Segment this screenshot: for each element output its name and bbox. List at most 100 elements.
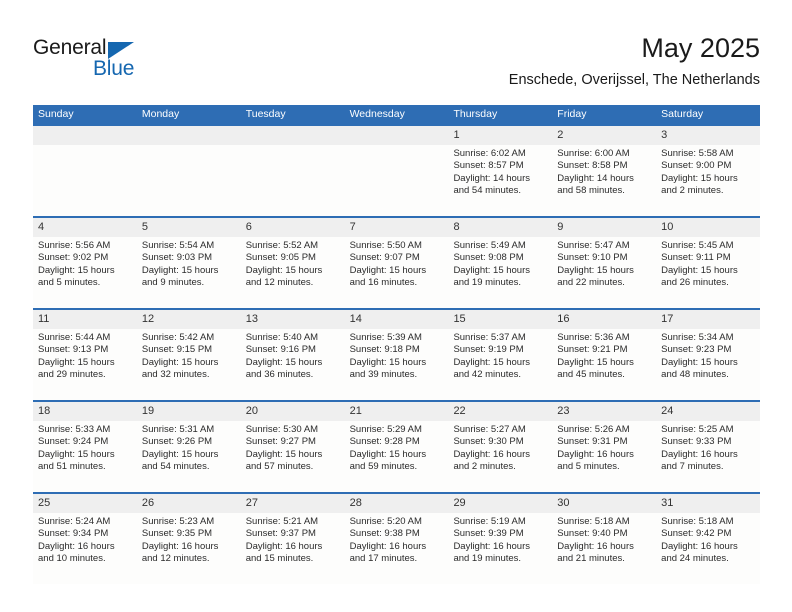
- daylight-text: Daylight: 15 hours and 22 minutes.: [557, 264, 634, 289]
- daylight-text: Daylight: 16 hours and 12 minutes.: [141, 540, 219, 565]
- day-cell[interactable]: Sunrise: 5:56 AM Sunset: 9:02 PM Dayligh…: [33, 237, 137, 308]
- sunrise-text: Sunrise: 5:29 AM: [349, 424, 422, 435]
- generalblue-logo[interactable]: General Blue: [33, 36, 163, 84]
- day-number: [241, 126, 345, 145]
- page-title: May 2025: [641, 33, 760, 63]
- calendar-week-row: 4 5 6 7 8 9 10 Sunrise: 5:56 AM Sunset: …: [33, 216, 760, 308]
- week-number-band: 1 2 3: [33, 126, 760, 145]
- logo-text-blue: Blue: [93, 57, 135, 80]
- day-cell[interactable]: Sunrise: 5:25 AM Sunset: 9:33 PM Dayligh…: [656, 421, 760, 492]
- week-number-band: 25 26 27 28 29 30 31: [33, 494, 760, 513]
- day-cell[interactable]: Sunrise: 6:00 AM Sunset: 8:58 PM Dayligh…: [552, 145, 656, 216]
- day-cell[interactable]: Sunrise: 5:29 AM Sunset: 9:28 PM Dayligh…: [345, 421, 449, 492]
- sunset-text: Sunset: 9:07 PM: [349, 252, 420, 264]
- sunset-text: Sunset: 9:08 PM: [453, 252, 524, 264]
- sunrise-text: Sunrise: 5:39 AM: [349, 332, 422, 343]
- day-cell[interactable]: Sunrise: 5:18 AM Sunset: 9:42 PM Dayligh…: [656, 513, 760, 584]
- day-cell[interactable]: Sunrise: 5:40 AM Sunset: 9:16 PM Dayligh…: [241, 329, 345, 400]
- sunrise-text: Sunrise: 5:56 AM: [38, 240, 111, 251]
- daylight-text: Daylight: 14 hours and 54 minutes.: [453, 172, 531, 197]
- sunset-text: Sunset: 9:33 PM: [661, 436, 732, 448]
- week-body: Sunrise: 5:24 AM Sunset: 9:34 PM Dayligh…: [33, 513, 760, 584]
- day-cell[interactable]: Sunrise: 5:45 AM Sunset: 9:11 PM Dayligh…: [656, 237, 760, 308]
- day-cell[interactable]: Sunrise: 5:39 AM Sunset: 9:18 PM Dayligh…: [345, 329, 449, 400]
- day-number: [345, 126, 449, 145]
- sunrise-text: Sunrise: 5:26 AM: [557, 424, 630, 435]
- day-cell[interactable]: Sunrise: 5:52 AM Sunset: 9:05 PM Dayligh…: [241, 237, 345, 308]
- day-cell[interactable]: Sunrise: 5:54 AM Sunset: 9:03 PM Dayligh…: [137, 237, 241, 308]
- sunrise-text: Sunrise: 5:50 AM: [349, 240, 422, 251]
- sunset-text: Sunset: 9:18 PM: [349, 344, 420, 356]
- day-cell[interactable]: [345, 145, 449, 216]
- sunset-text: Sunset: 9:39 PM: [453, 528, 524, 540]
- day-cell[interactable]: Sunrise: 5:31 AM Sunset: 9:26 PM Dayligh…: [137, 421, 241, 492]
- day-cell[interactable]: Sunrise: 5:33 AM Sunset: 9:24 PM Dayligh…: [33, 421, 137, 492]
- sunrise-text: Sunrise: 5:52 AM: [245, 240, 319, 251]
- sunrise-text: Sunrise: 5:25 AM: [661, 424, 734, 435]
- day-number: 6: [245, 221, 252, 233]
- weekday-header-saturday: Saturday: [661, 108, 704, 120]
- sunset-text: Sunset: 9:35 PM: [141, 528, 213, 540]
- sunset-text: Sunset: 9:21 PM: [557, 344, 628, 356]
- daylight-text: Daylight: 15 hours and 42 minutes.: [453, 356, 531, 381]
- day-number: 31: [661, 497, 674, 509]
- day-cell[interactable]: [33, 145, 137, 216]
- day-cell[interactable]: Sunrise: 5:21 AM Sunset: 9:37 PM Dayligh…: [241, 513, 345, 584]
- daylight-text: Daylight: 15 hours and 54 minutes.: [141, 448, 219, 473]
- daylight-text: Daylight: 15 hours and 32 minutes.: [141, 356, 219, 381]
- day-number: 9: [557, 221, 564, 233]
- day-number: 11: [38, 313, 50, 325]
- day-number: 7: [349, 221, 356, 233]
- sunrise-text: Sunrise: 6:02 AM: [453, 148, 526, 159]
- day-number: 8: [453, 221, 460, 233]
- day-cell[interactable]: Sunrise: 5:36 AM Sunset: 9:21 PM Dayligh…: [552, 329, 656, 400]
- daylight-text: Daylight: 15 hours and 51 minutes.: [38, 448, 115, 473]
- week-body: Sunrise: 5:44 AM Sunset: 9:13 PM Dayligh…: [33, 329, 760, 400]
- day-cell[interactable]: Sunrise: 5:37 AM Sunset: 9:19 PM Dayligh…: [448, 329, 552, 400]
- day-cell[interactable]: Sunrise: 5:26 AM Sunset: 9:31 PM Dayligh…: [552, 421, 656, 492]
- sunset-text: Sunset: 9:24 PM: [38, 436, 109, 448]
- sunrise-text: Sunrise: 5:30 AM: [245, 424, 319, 435]
- sunrise-text: Sunrise: 5:21 AM: [245, 516, 319, 527]
- day-number: 30: [557, 497, 570, 509]
- day-number: 4: [38, 221, 45, 233]
- day-cell[interactable]: Sunrise: 5:20 AM Sunset: 9:38 PM Dayligh…: [345, 513, 449, 584]
- day-cell[interactable]: Sunrise: 5:19 AM Sunset: 9:39 PM Dayligh…: [448, 513, 552, 584]
- day-cell[interactable]: Sunrise: 5:23 AM Sunset: 9:35 PM Dayligh…: [137, 513, 241, 584]
- day-cell[interactable]: [137, 145, 241, 216]
- day-cell[interactable]: Sunrise: 5:49 AM Sunset: 9:08 PM Dayligh…: [448, 237, 552, 308]
- sunset-text: Sunset: 9:23 PM: [661, 344, 732, 356]
- daylight-text: Daylight: 15 hours and 59 minutes.: [349, 448, 427, 473]
- week-body: Sunrise: 6:02 AM Sunset: 8:57 PM Dayligh…: [33, 145, 760, 216]
- sunrise-text: Sunrise: 5:20 AM: [349, 516, 422, 527]
- day-cell[interactable]: Sunrise: 5:47 AM Sunset: 9:10 PM Dayligh…: [552, 237, 656, 308]
- day-number: 24: [661, 405, 674, 417]
- sunrise-text: Sunrise: 5:27 AM: [453, 424, 526, 435]
- day-cell[interactable]: Sunrise: 5:34 AM Sunset: 9:23 PM Dayligh…: [656, 329, 760, 400]
- day-cell[interactable]: [241, 145, 345, 216]
- daylight-text: Daylight: 15 hours and 19 minutes.: [453, 264, 531, 289]
- day-cell[interactable]: Sunrise: 5:42 AM Sunset: 9:15 PM Dayligh…: [137, 329, 241, 400]
- day-cell[interactable]: Sunrise: 5:18 AM Sunset: 9:40 PM Dayligh…: [552, 513, 656, 584]
- weekday-header-tuesday: Tuesday: [245, 108, 286, 120]
- day-cell[interactable]: Sunrise: 5:50 AM Sunset: 9:07 PM Dayligh…: [345, 237, 449, 308]
- day-cell[interactable]: Sunrise: 5:27 AM Sunset: 9:30 PM Dayligh…: [448, 421, 552, 492]
- sunset-text: Sunset: 9:02 PM: [38, 252, 109, 264]
- day-number: 19: [141, 405, 155, 417]
- daylight-text: Daylight: 15 hours and 26 minutes.: [661, 264, 738, 289]
- day-cell[interactable]: Sunrise: 5:44 AM Sunset: 9:13 PM Dayligh…: [33, 329, 137, 400]
- day-number: 10: [661, 221, 674, 233]
- sunrise-text: Sunrise: 5:23 AM: [141, 516, 215, 527]
- day-number: 18: [38, 405, 51, 417]
- day-cell[interactable]: Sunrise: 5:58 AM Sunset: 9:00 PM Dayligh…: [656, 145, 760, 216]
- sunset-text: Sunset: 9:05 PM: [245, 252, 316, 264]
- daylight-text: Daylight: 15 hours and 57 minutes.: [245, 448, 323, 473]
- day-cell[interactable]: Sunrise: 5:24 AM Sunset: 9:34 PM Dayligh…: [33, 513, 137, 584]
- sunrise-text: Sunrise: 5:40 AM: [245, 332, 319, 343]
- day-cell[interactable]: Sunrise: 6:02 AM Sunset: 8:57 PM Dayligh…: [448, 145, 552, 216]
- week-number-band: 4 5 6 7 8 9 10: [33, 218, 760, 237]
- daylight-text: Daylight: 16 hours and 10 minutes.: [38, 540, 115, 565]
- day-cell[interactable]: Sunrise: 5:30 AM Sunset: 9:27 PM Dayligh…: [241, 421, 345, 492]
- sunset-text: Sunset: 9:19 PM: [453, 344, 524, 356]
- title-block: May 2025 Enschede, Overijssel, The Nethe…: [509, 32, 760, 90]
